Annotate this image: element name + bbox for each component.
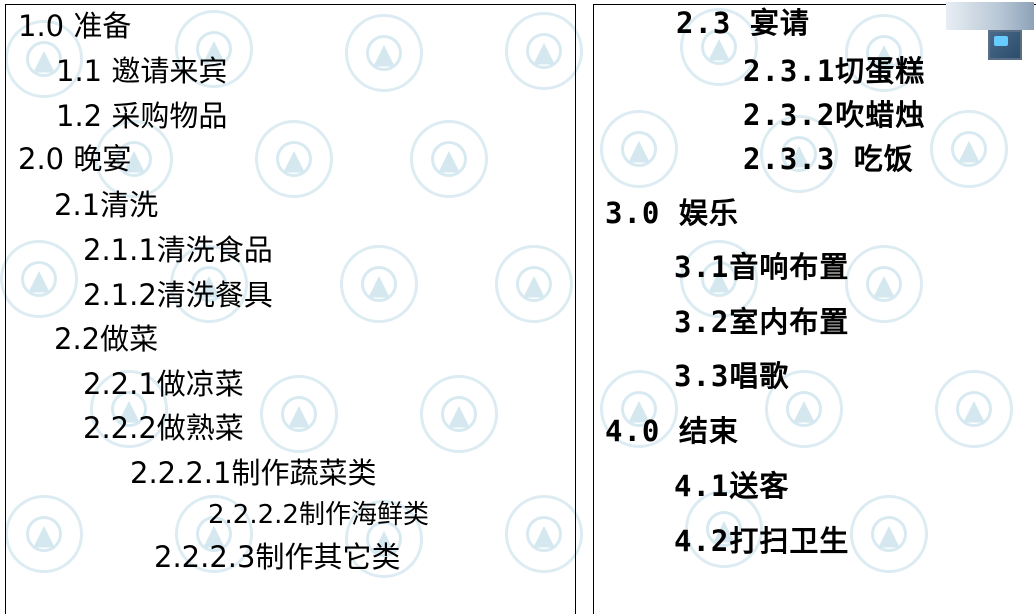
outline-item: 1.0 准备: [18, 9, 132, 43]
outline-item: 4.0 结束: [605, 414, 739, 448]
outline-item: 2.3.3 吃饭: [743, 142, 914, 176]
outline-item: 2.2.2.3制作其它类: [154, 540, 401, 574]
outline-item: 2.1清洗: [54, 188, 159, 222]
outline-item: 2.2.2.1制作蔬菜类: [130, 456, 377, 490]
outline-item: 3.1音响布置: [674, 250, 850, 284]
monitor-icon: [988, 30, 1022, 60]
outline-item: 2.3.1切蛋糕: [743, 54, 926, 88]
outline-item: 2.2做菜: [54, 322, 159, 356]
outline-item: 2.2.2.2制作海鲜类: [208, 500, 429, 530]
outline-item: 2.3 宴请: [676, 6, 810, 40]
outline-item: 4.2打扫卫生: [674, 524, 850, 558]
computer-screen-icon: [946, 0, 1036, 68]
outline-item: 2.0 晚宴: [18, 142, 132, 176]
outline-item: 2.1.1清洗食品: [83, 233, 273, 267]
outline-item: 4.1送客: [674, 469, 790, 503]
outline-item: 1.2 采购物品: [56, 99, 228, 133]
outline-item: 2.2.2做熟菜: [83, 411, 244, 445]
outline-item: 2.2.1做凉菜: [83, 367, 244, 401]
outline-item: 3.3唱歌: [674, 359, 790, 393]
outline-item: 2.1.2清洗餐具: [83, 278, 273, 312]
outline-item: 3.2室内布置: [674, 305, 850, 339]
outline-item: 2.3.2吹蜡烛: [743, 98, 926, 132]
outline-item: 3.0 娱乐: [605, 196, 739, 230]
outline-item: 1.1 邀请来宾: [56, 54, 228, 88]
corner-bar: [946, 2, 1034, 30]
